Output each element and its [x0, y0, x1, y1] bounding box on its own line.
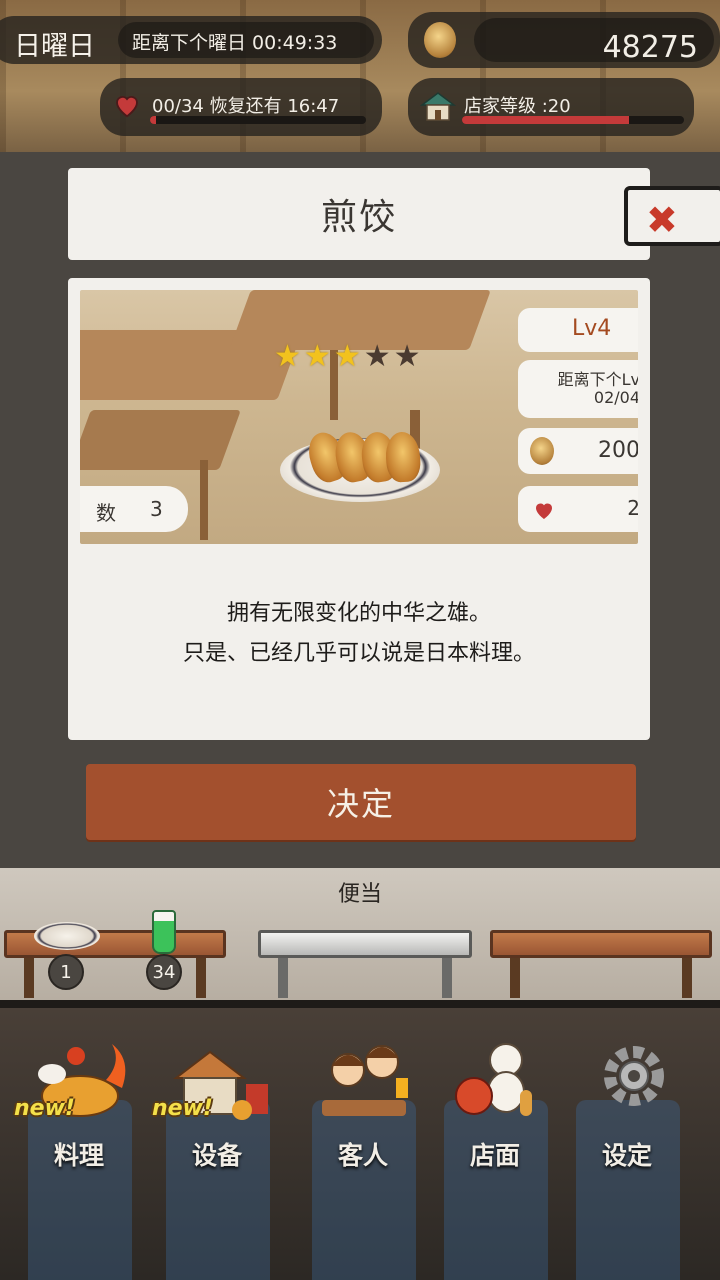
- level-badge: Lv4: [518, 308, 638, 352]
- count-label: 数: [96, 501, 116, 525]
- gyoza-plate: [280, 427, 440, 502]
- dish-price: 200: [598, 438, 638, 463]
- background-table: [80, 410, 241, 470]
- nav-divider: [0, 1000, 720, 1008]
- heart-reward-badge: 2: [518, 486, 638, 532]
- nav-item-equipment[interactable]: new! 设备: [152, 1040, 282, 1280]
- dish-illustration: ★ ★ ★ ★ ★ Lv4 距离下个Lv 02/04 200 2 数 3: [80, 290, 638, 544]
- house-icon: [420, 92, 456, 121]
- gyoza-dish-icon[interactable]: [34, 922, 100, 950]
- shop-level-fill: [462, 116, 629, 124]
- nav-column: [28, 1100, 132, 1280]
- table-leg: [200, 460, 208, 540]
- close-button[interactable]: ✖: [624, 186, 720, 246]
- nav-column: [576, 1100, 680, 1280]
- coin-value: 48275: [602, 30, 698, 65]
- section-label: 便当: [337, 882, 382, 907]
- nav-column: [444, 1100, 548, 1280]
- new-badge: new!: [152, 1096, 213, 1121]
- shop-level-bar: [462, 116, 684, 124]
- nav-label: 店面: [469, 1141, 520, 1170]
- confirm-button[interactable]: 决定: [86, 764, 636, 840]
- heart-progress-bar: [150, 116, 366, 124]
- day-panel: 日曜日 距离下个曜日 00:49:33: [0, 16, 382, 64]
- next-level-label: 距离下个Lv: [557, 370, 638, 389]
- confirm-label: 决定: [326, 785, 395, 823]
- dish-title-card: 煎饺: [68, 168, 650, 260]
- star-empty-icon: ★: [393, 339, 421, 374]
- customers-icon: [322, 1045, 408, 1116]
- heart-recovery-text: 00/34 恢复还有 16:47: [152, 96, 340, 117]
- dish-description: 拥有无限变化的中华之雄。 只是、已经几乎可以说是日本料理。: [68, 594, 650, 674]
- item-quantity: 34: [146, 954, 182, 990]
- shop-level-text: 店家等级 :20: [464, 96, 571, 117]
- nav-item-customers[interactable]: 客人: [298, 1040, 428, 1280]
- day-name: 日曜日: [14, 31, 95, 62]
- description-line: 只是、已经几乎可以说是日本料理。: [182, 641, 535, 666]
- count-badge: 数 3: [80, 486, 188, 532]
- dish-level: Lv4: [572, 316, 612, 341]
- heart-progress-fill: [150, 116, 157, 124]
- nav-label: 设定: [601, 1141, 652, 1170]
- price-badge: 200: [518, 428, 638, 474]
- day-countdown: 距离下个曜日 00:49:33: [132, 32, 338, 54]
- nav-column: [312, 1100, 416, 1280]
- heart-icon: [536, 503, 552, 519]
- next-level-badge: 距离下个Lv 02/04: [518, 360, 638, 418]
- star-filled-icon: ★: [333, 339, 361, 374]
- nav-label: 料理: [53, 1141, 104, 1170]
- count-value: 3: [150, 497, 163, 521]
- coin-panel: 48275: [408, 12, 720, 68]
- new-badge: new!: [14, 1096, 75, 1121]
- nav-item-settings[interactable]: 设定: [562, 1040, 692, 1280]
- heart-icon: [116, 96, 138, 118]
- dish-title: 煎饺: [320, 197, 397, 238]
- shelf-top: [258, 930, 472, 958]
- bento-counter: 便当: [0, 868, 720, 1000]
- shelf-legs: [278, 958, 452, 998]
- next-level-value: 02/04: [593, 388, 638, 407]
- star-filled-icon: ★: [274, 339, 301, 374]
- bottom-navigation: new! 料理 new! 设备 客人 店面 设定: [0, 1000, 720, 1280]
- nav-column: [166, 1100, 270, 1280]
- storefront-icon: [455, 1043, 532, 1116]
- nav-item-cooking[interactable]: new! 料理: [14, 1040, 144, 1280]
- dish-hearts: 2: [627, 496, 638, 520]
- star-filled-icon: ★: [303, 339, 331, 374]
- description-line: 拥有无限变化的中华之雄。: [226, 601, 491, 626]
- nav-item-storefront[interactable]: 店面: [430, 1040, 560, 1280]
- heart-panel: 00/34 恢复还有 16:47: [100, 78, 382, 136]
- melon-soda-icon[interactable]: [152, 910, 176, 954]
- coin-value-box: 48275: [474, 18, 714, 65]
- counter-shelf-2[interactable]: [258, 930, 472, 998]
- rating-stars: ★ ★ ★ ★ ★: [274, 342, 421, 372]
- item-quantity: 1: [48, 954, 84, 990]
- shelf-legs: [510, 958, 692, 998]
- shop-level-panel: 店家等级 :20: [408, 78, 694, 136]
- coin-icon: [530, 437, 554, 465]
- settings-gear-icon: [604, 1046, 664, 1106]
- star-empty-icon: ★: [363, 339, 391, 374]
- counter-shelf-3[interactable]: [490, 930, 712, 998]
- dish-info-card: ★ ★ ★ ★ ★ Lv4 距离下个Lv 02/04 200 2 数 3 拥有无…: [68, 278, 650, 740]
- nav-label: 设备: [191, 1141, 242, 1170]
- close-icon[interactable]: ✖: [646, 198, 678, 242]
- shelf-top: [490, 930, 712, 958]
- nav-label: 客人: [337, 1141, 388, 1170]
- coin-icon: [424, 22, 456, 58]
